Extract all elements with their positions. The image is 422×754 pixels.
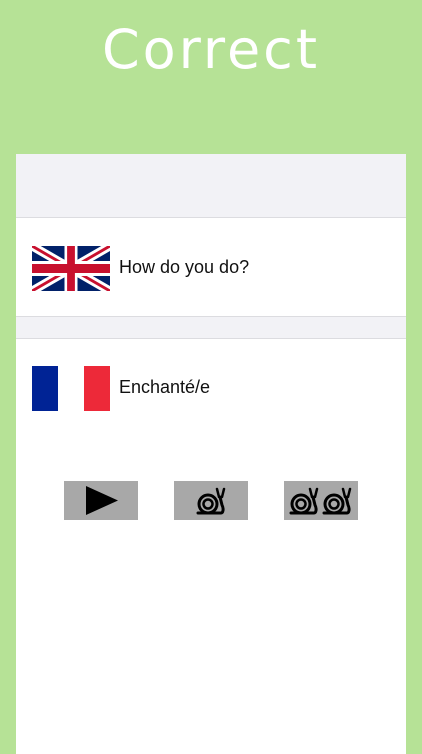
french-phrase-text: Enchanté/e: [119, 377, 211, 397]
english-phrase-row[interactable]: How do you do?: [16, 219, 406, 317]
section-header-spacer: [16, 154, 406, 218]
play-slower-button[interactable]: [284, 481, 358, 520]
play-button[interactable]: [64, 481, 138, 520]
double-snail-icon: [289, 487, 352, 515]
page-title: Correct: [101, 18, 321, 81]
uk-flag-icon: [32, 246, 110, 291]
france-flag-icon: [32, 366, 110, 411]
english-phrase-text: How do you do?: [119, 257, 250, 277]
play-slow-button[interactable]: [174, 481, 248, 520]
section-divider: [16, 316, 406, 339]
french-phrase-row[interactable]: Enchanté/e: [16, 339, 406, 437]
phrase-card: How do you do? Enchanté/e: [16, 154, 406, 754]
play-icon: [86, 486, 118, 515]
playback-controls: [16, 481, 406, 521]
snail-icon: [196, 487, 226, 515]
